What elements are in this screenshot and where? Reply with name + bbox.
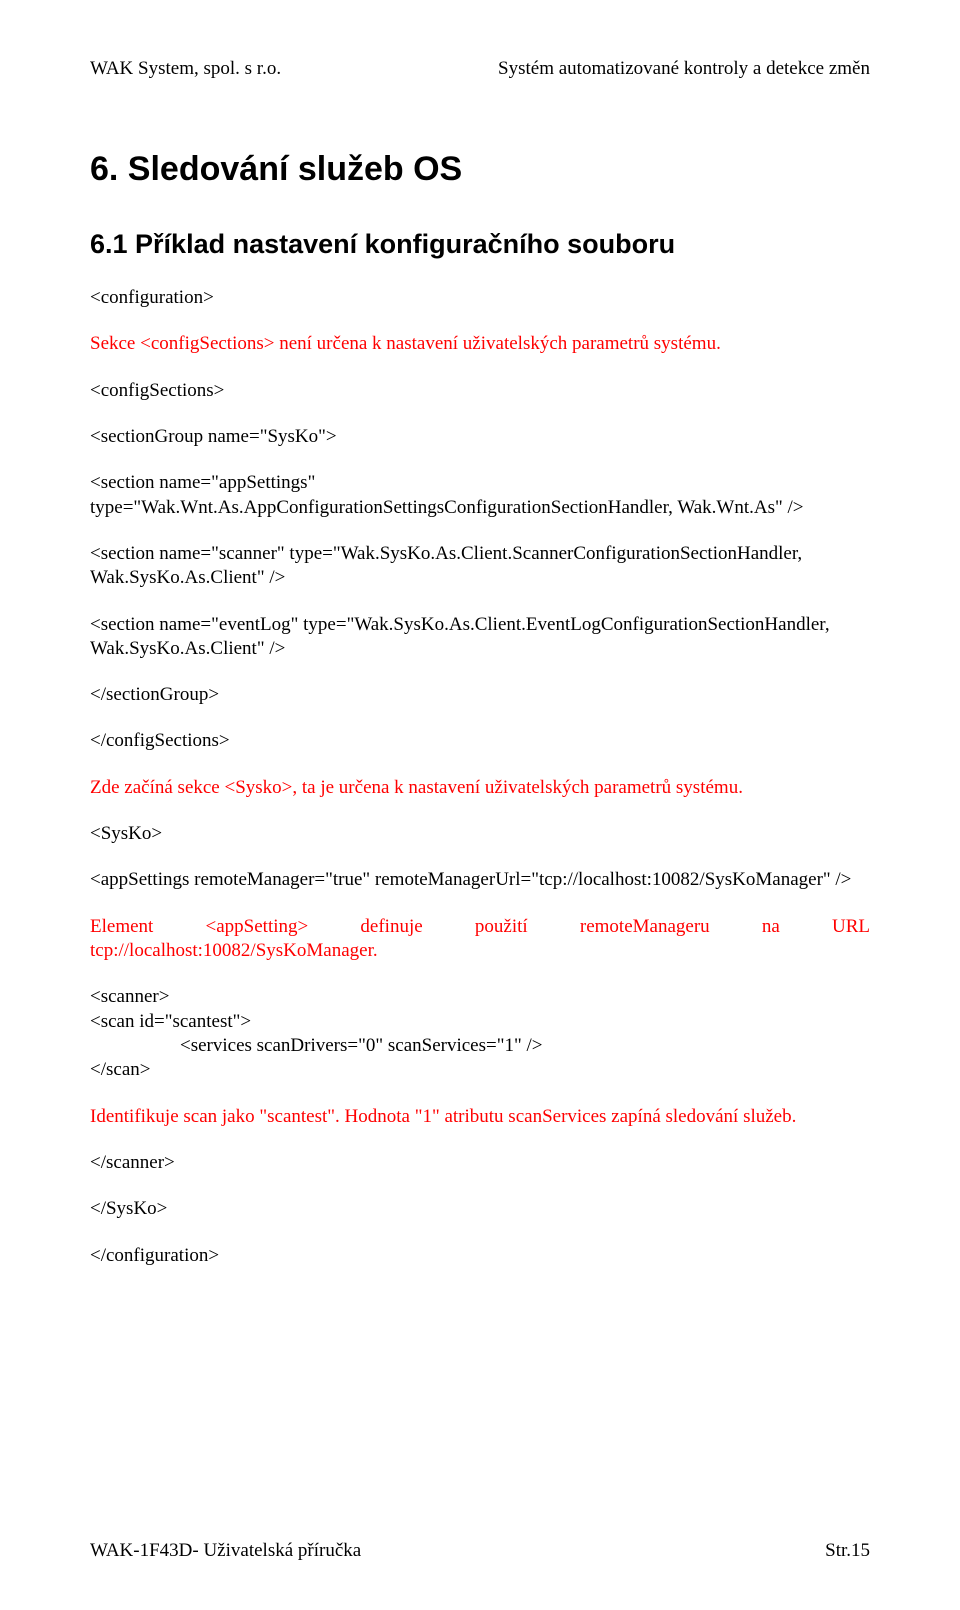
w6: na: [762, 915, 780, 939]
footer-right: Str.15: [825, 1540, 870, 1562]
heading-1: 6. Sledování služeb OS: [90, 150, 870, 189]
w1: Element: [90, 915, 153, 939]
note-appsetting-url: Element <appSetting> definuje použití re…: [90, 915, 870, 964]
header-right: Systém automatizované kontroly a detekce…: [498, 58, 870, 80]
scanner-close: </scanner>: [90, 1151, 870, 1175]
config-open: <configuration>: [90, 286, 870, 310]
scanner-block: <scanner> <scan id="scantest"> <services…: [90, 985, 870, 1082]
w2: <appSetting>: [206, 915, 309, 939]
footer-left: WAK-1F43D- Uživatelská příručka: [90, 1540, 361, 1562]
w4: použití: [475, 915, 528, 939]
scanner-open: <scanner>: [90, 986, 169, 1007]
note-scantest: Identifikuje scan jako "scantest". Hodno…: [90, 1105, 870, 1129]
heading-2: 6.1 Příklad nastavení konfiguračního sou…: [90, 229, 870, 260]
section-scanner: <section name="scanner" type="Wak.SysKo.…: [90, 542, 870, 591]
section-eventlog: <section name="eventLog" type="Wak.SysKo…: [90, 613, 870, 662]
config-close: </configuration>: [90, 1244, 870, 1268]
w3: definuje: [360, 915, 422, 939]
scan-open: <scan id="scantest">: [90, 1011, 251, 1032]
page: WAK System, spol. s r.o. Systém automati…: [0, 0, 960, 1610]
configsections-close: </configSections>: [90, 729, 870, 753]
w5: remoteManageru: [580, 915, 710, 939]
sectiongroup-close: </sectionGroup>: [90, 683, 870, 707]
note-url-line2: tcp://localhost:10082/SysKoManager.: [90, 940, 378, 961]
page-footer: WAK-1F43D- Uživatelská příručka Str.15: [90, 1540, 870, 1562]
header-left: WAK System, spol. s r.o.: [90, 58, 281, 80]
w7: URL: [832, 915, 870, 939]
note-sysko-section: Zde začíná sekce <Sysko>, ta je určena k…: [90, 776, 870, 800]
configsections-open: <configSections>: [90, 379, 870, 403]
page-header: WAK System, spol. s r.o. Systém automati…: [90, 58, 870, 80]
scan-close: </scan>: [90, 1059, 150, 1080]
section-appsettings: <section name="appSettings" type="Wak.Wn…: [90, 471, 870, 520]
services-element: <services scanDrivers="0" scanServices="…: [90, 1034, 542, 1058]
note-configsections: Sekce <configSections> není určena k nas…: [90, 332, 870, 356]
appsettings-element: <appSettings remoteManager="true" remote…: [90, 868, 870, 892]
sysko-open: <SysKo>: [90, 822, 870, 846]
sysko-close: </SysKo>: [90, 1197, 870, 1221]
sectiongroup-open: <sectionGroup name="SysKo">: [90, 425, 870, 449]
